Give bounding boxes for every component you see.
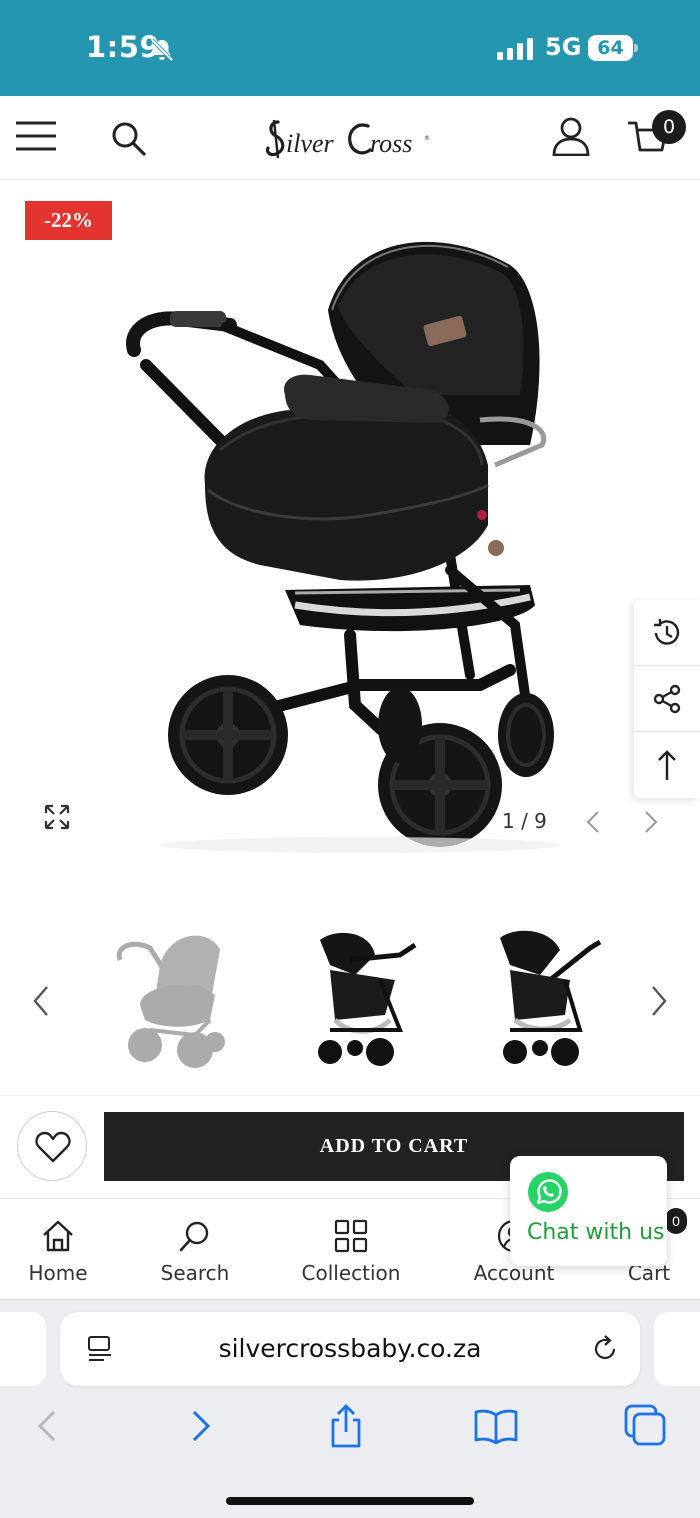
svg-text:®: ® <box>424 135 430 142</box>
thumbnail-strip <box>0 920 700 1080</box>
forward-icon[interactable] <box>176 1402 224 1450</box>
search-icon[interactable] <box>110 120 146 156</box>
bookmarks-icon[interactable] <box>472 1402 520 1450</box>
home-icon <box>43 1220 73 1252</box>
nav-item-search[interactable]: Search <box>125 1199 265 1299</box>
svg-text:ilver: ilver <box>286 129 335 158</box>
gallery-next-icon[interactable] <box>640 808 662 836</box>
url-text: silvercrossbaby.co.za <box>218 1334 482 1363</box>
cart-count-badge: 0 <box>652 110 686 144</box>
recently-viewed-button[interactable] <box>634 600 700 666</box>
nav-label-search: Search <box>160 1261 230 1285</box>
thumbs-prev-icon[interactable] <box>28 984 54 1018</box>
history-icon <box>654 619 680 645</box>
image-counter: 1 / 9 <box>502 809 547 833</box>
whatsapp-chat-widget[interactable]: Chat with us <box>510 1156 667 1266</box>
brand-logo[interactable]: ilver ross ® <box>264 110 439 168</box>
heart-icon <box>35 1131 71 1163</box>
network-type: 5G <box>545 33 582 61</box>
wishlist-button[interactable] <box>17 1111 87 1181</box>
signal-icon <box>497 38 533 60</box>
arrow-up-icon <box>658 750 676 780</box>
next-tab-preview[interactable] <box>654 1312 700 1386</box>
battery-level: 64 <box>588 35 633 61</box>
share-button[interactable] <box>634 666 700 732</box>
nav-cart-badge: 0 <box>665 1208 687 1234</box>
share-sheet-icon[interactable] <box>322 1402 370 1450</box>
gallery-prev-icon[interactable] <box>582 808 604 836</box>
side-tools <box>634 600 700 798</box>
site-header: ilver ross ® <box>0 96 700 180</box>
address-bar[interactable]: silvercrossbaby.co.za <box>60 1312 640 1386</box>
nav-label-home: Home <box>28 1261 88 1285</box>
prev-tab-preview[interactable] <box>0 1312 46 1386</box>
search-icon <box>179 1221 209 1252</box>
bell-slash-icon <box>150 38 174 62</box>
status-bar: 1:59 5G 64 <box>0 0 700 96</box>
thumbnail-3[interactable] <box>470 920 620 1080</box>
svg-text:ross: ross <box>370 129 412 158</box>
back-icon[interactable] <box>24 1402 72 1450</box>
back-to-top-button[interactable] <box>634 732 700 798</box>
thumbs-next-icon[interactable] <box>646 984 672 1018</box>
thumbnail-1[interactable] <box>100 920 250 1080</box>
nav-item-collection[interactable]: Collection <box>281 1199 421 1299</box>
grid-icon <box>334 1219 368 1253</box>
chat-label: Chat with us <box>527 1220 665 1245</box>
discount-badge: -22% <box>25 201 112 240</box>
thumbnail-2[interactable] <box>290 920 440 1080</box>
reload-icon[interactable] <box>590 1334 620 1364</box>
expand-icon[interactable] <box>42 802 72 832</box>
account-icon[interactable] <box>552 116 590 156</box>
menu-icon[interactable] <box>16 120 56 152</box>
home-indicator[interactable] <box>226 1497 474 1505</box>
battery-icon: 64 <box>588 35 638 61</box>
product-image-stroller[interactable] <box>110 215 570 855</box>
nav-label-collection: Collection <box>301 1261 401 1285</box>
whatsapp-icon <box>528 1172 568 1212</box>
share-icon <box>653 684 681 714</box>
nav-item-home[interactable]: Home <box>0 1199 128 1299</box>
tabs-icon[interactable] <box>622 1402 670 1450</box>
